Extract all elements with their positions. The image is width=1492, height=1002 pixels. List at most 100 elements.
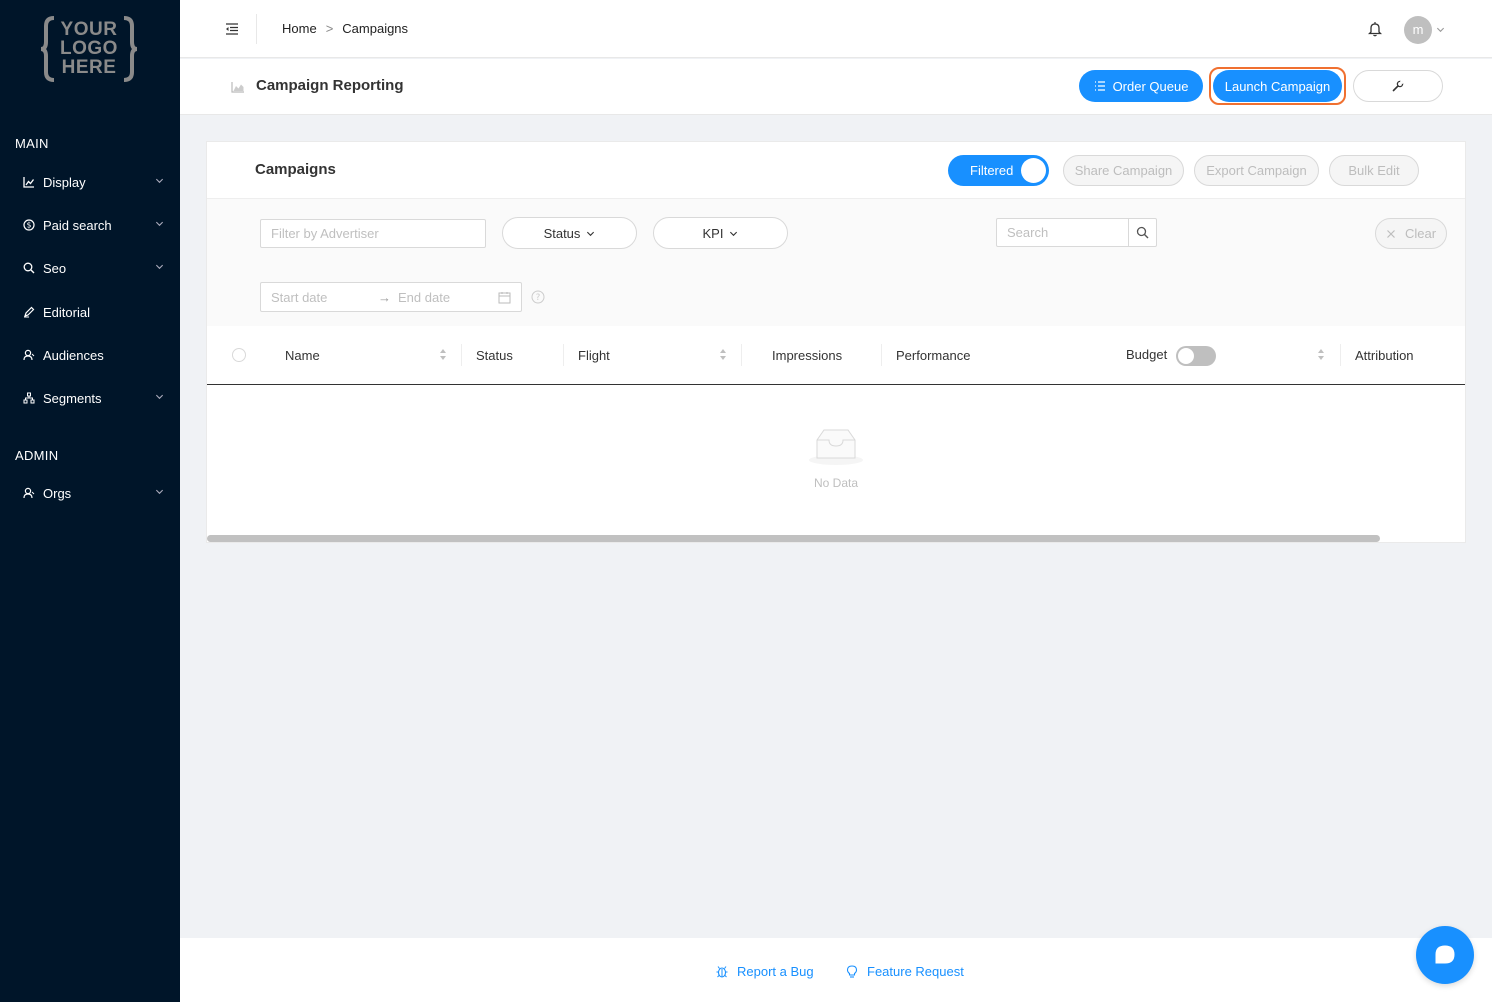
tools-button[interactable] bbox=[1353, 70, 1443, 102]
card-header: Campaigns Filtered Share Campaign Export… bbox=[207, 142, 1465, 199]
sort-icon[interactable] bbox=[719, 348, 727, 361]
column-header-budget: Budget bbox=[1126, 347, 1168, 362]
wrench-icon bbox=[1392, 80, 1404, 92]
range-arrow: → bbox=[378, 290, 391, 305]
list-icon bbox=[1094, 81, 1105, 91]
sidebar-item-label: Display bbox=[43, 174, 86, 190]
date-range-picker[interactable]: Start date → End date bbox=[260, 282, 522, 312]
report-bug-link[interactable]: Report a Bug bbox=[716, 964, 814, 979]
kpi-select[interactable]: KPI bbox=[653, 217, 788, 249]
chevron-down-icon bbox=[155, 264, 164, 270]
feature-request-link[interactable]: Feature Request bbox=[846, 964, 964, 979]
chat-widget-button[interactable] bbox=[1416, 926, 1474, 984]
logo: YOUR LOGO HERE bbox=[40, 14, 138, 84]
chevron-down-icon[interactable] bbox=[1436, 25, 1445, 34]
section-label-admin: ADMIN bbox=[15, 448, 59, 463]
chevron-down-icon bbox=[730, 231, 738, 236]
menu-fold-icon[interactable] bbox=[225, 22, 239, 36]
breadcrumb: Home > Campaigns bbox=[282, 21, 408, 36]
bulb-icon bbox=[846, 965, 858, 978]
breadcrumb-separator: > bbox=[325, 21, 334, 36]
export-campaign-button[interactable]: Export Campaign bbox=[1194, 155, 1319, 186]
chevron-down-icon bbox=[155, 489, 164, 495]
column-divider bbox=[563, 344, 564, 366]
horizontal-scrollbar[interactable] bbox=[207, 535, 1380, 542]
table-empty-state: No Data bbox=[207, 386, 1465, 532]
footer: Report a Bug Feature Request bbox=[180, 938, 1492, 1002]
end-date-field[interactable]: End date bbox=[398, 290, 450, 305]
order-queue-button[interactable]: Order Queue bbox=[1079, 70, 1203, 102]
launch-campaign-label: Launch Campaign bbox=[1224, 78, 1331, 94]
budget-toggle[interactable] bbox=[1176, 346, 1216, 366]
dollar-icon: $ bbox=[22, 218, 36, 232]
search-icon bbox=[1136, 226, 1149, 239]
select-all-radio[interactable] bbox=[232, 348, 246, 362]
feature-request-label: Feature Request bbox=[867, 964, 964, 979]
question-circle-icon[interactable]: ? bbox=[531, 290, 545, 304]
column-divider bbox=[461, 344, 462, 366]
bell-icon[interactable] bbox=[1368, 21, 1382, 37]
user-icon bbox=[22, 486, 36, 500]
search-icon bbox=[22, 261, 36, 275]
page-title: Campaign Reporting bbox=[256, 77, 404, 94]
page-header: Campaign Reporting Order Queue Launch Ca… bbox=[180, 59, 1492, 115]
sort-icon[interactable] bbox=[439, 348, 447, 361]
calendar-icon bbox=[498, 292, 511, 304]
column-divider bbox=[881, 344, 882, 366]
filtered-toggle[interactable]: Filtered bbox=[948, 155, 1049, 186]
column-header-attribution: Attribution bbox=[1355, 348, 1414, 363]
share-campaign-button[interactable]: Share Campaign bbox=[1063, 155, 1184, 186]
start-date-field[interactable]: Start date bbox=[271, 290, 327, 305]
sidebar-item-orgs[interactable]: Orgs bbox=[0, 478, 180, 508]
sidebar-item-audiences[interactable]: Audiences bbox=[0, 340, 180, 370]
column-divider bbox=[1340, 344, 1341, 366]
avatar[interactable]: m bbox=[1404, 16, 1432, 44]
empty-text: No Data bbox=[207, 476, 1465, 490]
card-title: Campaigns bbox=[255, 161, 336, 178]
chat-bubble-icon bbox=[1435, 945, 1455, 964]
report-bug-label: Report a Bug bbox=[737, 964, 814, 979]
cluster-icon bbox=[22, 391, 36, 405]
filtered-toggle-label: Filtered bbox=[970, 163, 1014, 178]
sidebar-item-paid-search[interactable]: $ Paid search bbox=[0, 210, 180, 240]
top-header: Home > Campaigns m bbox=[180, 0, 1492, 58]
empty-inbox-icon bbox=[809, 429, 863, 465]
table-header: Name Status Flight Impressions Performan… bbox=[207, 326, 1465, 385]
sidebar-item-editorial[interactable]: Editorial bbox=[0, 297, 180, 327]
search-button[interactable] bbox=[1128, 219, 1156, 246]
sidebar-item-seo[interactable]: Seo bbox=[0, 253, 180, 283]
close-icon bbox=[1387, 229, 1395, 238]
pen-icon bbox=[22, 305, 36, 319]
toggle-knob bbox=[1178, 348, 1194, 364]
status-select[interactable]: Status bbox=[502, 217, 637, 249]
logo-text: YOUR LOGO HERE bbox=[40, 14, 138, 77]
campaigns-card: Campaigns Filtered Share Campaign Export… bbox=[206, 141, 1466, 543]
sidebar-item-label: Editorial bbox=[43, 304, 90, 320]
column-header-flight[interactable]: Flight bbox=[578, 348, 610, 363]
sidebar-item-label: Paid search bbox=[43, 217, 112, 233]
svg-text:$: $ bbox=[27, 221, 32, 230]
logo-line-3: HERE bbox=[61, 57, 117, 78]
bulk-edit-button[interactable]: Bulk Edit bbox=[1329, 155, 1419, 186]
sidebar-item-segments[interactable]: Segments bbox=[0, 383, 180, 413]
sidebar-item-display[interactable]: Display bbox=[0, 167, 180, 197]
sort-icon[interactable] bbox=[1317, 348, 1325, 361]
chevron-down-icon bbox=[587, 231, 595, 236]
search-box bbox=[996, 218, 1157, 247]
chart-icon bbox=[22, 175, 36, 189]
column-divider bbox=[741, 344, 742, 366]
breadcrumb-home[interactable]: Home bbox=[282, 21, 317, 36]
search-input[interactable] bbox=[997, 219, 1129, 246]
launch-campaign-button[interactable]: Launch Campaign bbox=[1213, 70, 1342, 102]
advertiser-filter-input[interactable] bbox=[260, 219, 486, 248]
empty-text-label: No Data bbox=[813, 476, 859, 490]
column-header-name[interactable]: Name bbox=[285, 348, 320, 363]
kpi-select-label: KPI bbox=[702, 225, 724, 241]
bug-icon bbox=[716, 966, 728, 978]
chevron-down-icon bbox=[155, 221, 164, 227]
status-select-label: Status bbox=[543, 225, 581, 241]
area-chart-icon bbox=[231, 82, 244, 93]
sidebar-item-label: Segments bbox=[43, 390, 102, 406]
clear-button[interactable]: Clear bbox=[1375, 218, 1447, 249]
chevron-down-icon bbox=[155, 394, 164, 400]
